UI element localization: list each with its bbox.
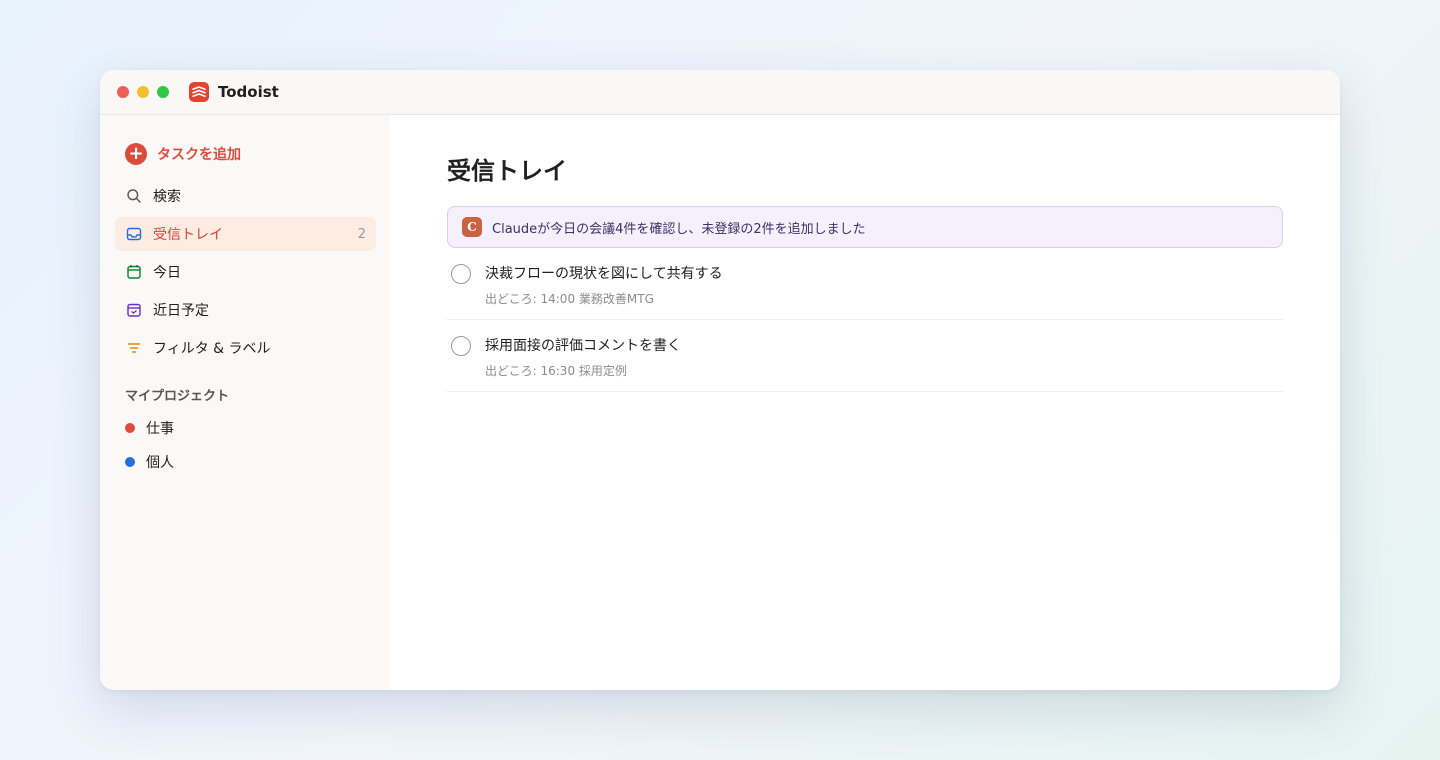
page-title: 受信トレイ bbox=[447, 157, 567, 185]
search-icon bbox=[125, 187, 143, 205]
maximize-window-button[interactable] bbox=[157, 86, 169, 98]
filter-icon bbox=[125, 339, 143, 357]
sidebar-item-filters-labels[interactable]: フィルタ & ラベル bbox=[115, 331, 376, 365]
projects-section-header[interactable]: マイプロジェクト bbox=[125, 385, 390, 404]
sidebar-item-today[interactable]: 今日 bbox=[115, 255, 376, 289]
main-content: 受信トレイ C Claudeが今日の会議4件を確認し、未登録の2件を追加しました… bbox=[390, 115, 1340, 690]
plus-icon: + bbox=[125, 143, 147, 165]
inbox-icon bbox=[125, 225, 143, 243]
add-task-label: タスクを追加 bbox=[157, 147, 241, 163]
task-item[interactable]: 決裁フローの現状を図にして共有する 出どころ: 14:00 業務改善MTG bbox=[447, 248, 1283, 320]
task-title[interactable]: 採用面接の評価コメントを書く bbox=[485, 335, 681, 357]
project-label: 仕事 bbox=[146, 421, 174, 437]
sidebar-item-label: フィルタ & ラベル bbox=[153, 341, 271, 357]
task-source: 出どころ: 14:00 業務改善MTG bbox=[485, 292, 654, 306]
claude-notification-banner: C Claudeが今日の会議4件を確認し、未登録の2件を追加しました bbox=[447, 206, 1283, 248]
banner-text: Claudeが今日の会議4件を確認し、未登録の2件を追加しました bbox=[492, 221, 866, 237]
project-item-personal[interactable]: 個人 bbox=[100, 448, 390, 476]
project-label: 個人 bbox=[146, 455, 174, 471]
project-color-dot bbox=[125, 457, 135, 467]
sidebar-item-label: 近日予定 bbox=[153, 303, 209, 319]
inbox-count-badge: 2 bbox=[357, 226, 366, 242]
task-item[interactable]: 採用面接の評価コメントを書く 出どころ: 16:30 採用定例 bbox=[447, 320, 1283, 392]
task-title[interactable]: 決裁フローの現状を図にして共有する bbox=[485, 263, 723, 285]
title-bar: Todoist bbox=[100, 70, 1340, 115]
sidebar-item-upcoming[interactable]: 近日予定 bbox=[115, 293, 376, 327]
task-content: 採用面接の評価コメントを書く 出どころ: 16:30 採用定例 bbox=[485, 335, 681, 379]
claude-icon: C bbox=[462, 217, 482, 237]
sidebar-item-inbox[interactable]: 受信トレイ 2 bbox=[115, 217, 376, 251]
calendar-upcoming-icon bbox=[125, 301, 143, 319]
project-color-dot bbox=[125, 423, 135, 433]
project-item-work[interactable]: 仕事 bbox=[100, 414, 390, 442]
app-title: Todoist bbox=[218, 83, 279, 101]
sidebar-item-label: 今日 bbox=[153, 265, 181, 281]
sidebar-item-label: 受信トレイ bbox=[153, 227, 223, 243]
calendar-today-icon bbox=[125, 263, 143, 281]
task-checkbox[interactable] bbox=[451, 336, 471, 356]
todoist-logo-icon bbox=[189, 82, 209, 102]
add-task-button[interactable]: + タスクを追加 bbox=[100, 141, 390, 167]
task-checkbox[interactable] bbox=[451, 264, 471, 284]
sidebar: + タスクを追加 検索 受信トレイ 2 今日 近日予定 フィルタ & ラベル マ… bbox=[100, 115, 390, 690]
task-content: 決裁フローの現状を図にして共有する 出どころ: 14:00 業務改善MTG bbox=[485, 263, 723, 307]
sidebar-item-search[interactable]: 検索 bbox=[115, 179, 376, 213]
close-window-button[interactable] bbox=[117, 86, 129, 98]
task-source: 出どころ: 16:30 採用定例 bbox=[485, 364, 627, 378]
minimize-window-button[interactable] bbox=[137, 86, 149, 98]
sidebar-item-label: 検索 bbox=[153, 189, 181, 205]
app-window: Todoist + タスクを追加 検索 受信トレイ 2 今日 近日予定 フィルタ… bbox=[100, 70, 1340, 690]
